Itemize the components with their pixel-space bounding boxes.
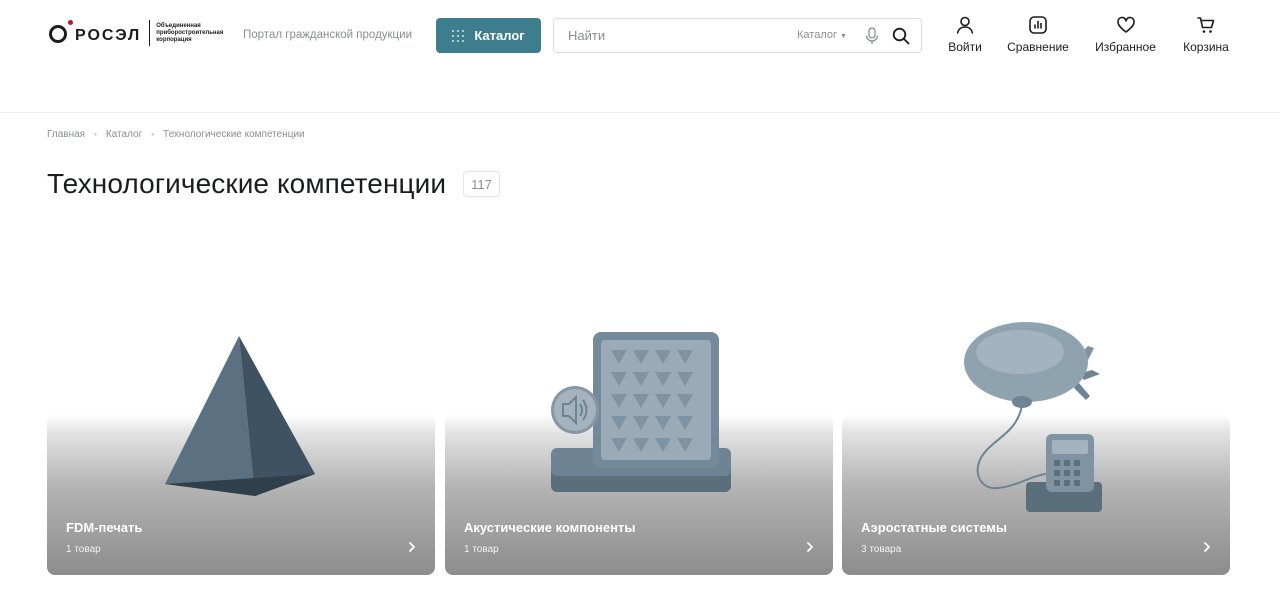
logo-mark-icon <box>47 18 73 48</box>
rosel-logo[interactable]: РОСЭЛ Объединенная приборостроительная к… <box>47 18 228 48</box>
acoustic-panel-image <box>551 332 731 492</box>
microphone-icon[interactable] <box>865 27 879 45</box>
search-scope-select[interactable]: Каталог ▼ <box>797 29 847 41</box>
card-title: FDM-печать <box>66 520 143 535</box>
category-card-aerostat[interactable]: Аэростатные системы 3 товара <box>842 322 1230 575</box>
item-count-badge: 117 <box>463 171 500 197</box>
card-count: 1 товар <box>464 544 499 555</box>
heart-icon <box>1116 16 1135 33</box>
logo-wordmark: РОСЭЛ <box>75 27 142 44</box>
chevron-right-icon <box>1204 542 1210 552</box>
category-card-fdm[interactable]: FDM-печать 1 товар <box>47 336 435 575</box>
compare-icon <box>1029 16 1047 34</box>
card-count: 3 товара <box>861 544 902 555</box>
chevron-right-icon <box>409 542 415 552</box>
search-icon[interactable] <box>892 27 910 45</box>
cart-label: Корзина <box>1183 40 1229 54</box>
portal-label: Портал гражданской продукции <box>243 29 412 41</box>
breadcrumb: Главная • Каталог • Технологические комп… <box>47 129 305 140</box>
search-input[interactable] <box>555 20 785 51</box>
logo-tagline: Объединенная приборостроительная корпора… <box>156 22 224 43</box>
login-label: Войти <box>948 40 982 54</box>
logo-divider <box>149 20 151 46</box>
favorites-label: Избранное <box>1095 40 1156 54</box>
breadcrumb-catalog[interactable]: Каталог <box>106 129 142 140</box>
card-count: 1 товар <box>66 544 101 555</box>
cart-icon <box>1197 17 1215 33</box>
breadcrumb-separator: • <box>151 130 155 139</box>
caret-down-icon: ▼ <box>840 33 847 40</box>
favorites-button[interactable]: Избранное <box>1094 15 1157 54</box>
cart-button[interactable]: Корзина <box>1182 15 1230 54</box>
chevron-right-icon <box>807 542 813 552</box>
pyramid-image <box>165 336 315 496</box>
search-scope-label: Каталог <box>797 29 837 41</box>
card-title: Аэростатные системы <box>861 520 1008 535</box>
site-header: РОСЭЛ Объединенная приборостроительная к… <box>0 0 1280 113</box>
login-button[interactable]: Войти <box>947 15 983 54</box>
airship-image <box>964 322 1102 512</box>
page-title: Технологические компетенции <box>47 168 447 199</box>
breadcrumb-home[interactable]: Главная <box>47 129 85 140</box>
breadcrumb-separator: • <box>94 130 97 139</box>
page-title-row: Технологические компетенции 117 <box>47 168 500 200</box>
search-bar: Каталог▼ <box>553 18 922 53</box>
user-icon <box>956 16 974 34</box>
catalog-button[interactable]: Каталог <box>436 18 541 53</box>
catalog-button-label: Каталог <box>474 28 525 43</box>
grid-icon <box>452 29 465 42</box>
breadcrumb-current: Технологические компетенции <box>163 129 305 140</box>
compare-label: Сравнение <box>1007 40 1069 54</box>
card-title: Акустические компоненты <box>464 520 636 535</box>
compare-button[interactable]: Сравнение <box>1007 15 1069 54</box>
category-card-acoustic[interactable]: Акустические компоненты 1 товар <box>445 332 833 575</box>
